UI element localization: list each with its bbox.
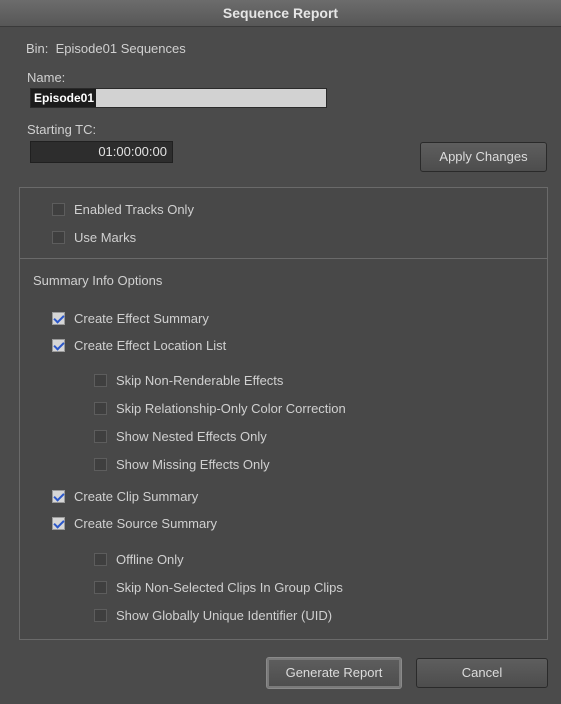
create-effect-summary-checkbox[interactable]: Create Effect Summary xyxy=(52,311,209,326)
checkbox-box[interactable] xyxy=(94,609,107,622)
checkbox-box[interactable] xyxy=(52,517,65,530)
create-source-summary-checkbox[interactable]: Create Source Summary xyxy=(52,516,217,531)
create-effect-location-list-checkbox[interactable]: Create Effect Location List xyxy=(52,338,226,353)
skip-non-selected-clips-checkbox[interactable]: Skip Non-Selected Clips In Group Clips xyxy=(94,580,343,595)
checkbox-label: Use Marks xyxy=(74,230,137,245)
skip-non-renderable-effects-checkbox[interactable]: Skip Non-Renderable Effects xyxy=(94,373,283,388)
checkbox-label: Skip Non-Selected Clips In Group Clips xyxy=(116,580,343,595)
checkbox-box[interactable] xyxy=(52,231,65,244)
show-uid-checkbox[interactable]: Show Globally Unique Identifier (UID) xyxy=(94,608,332,623)
checkbox-box[interactable] xyxy=(52,312,65,325)
name-input[interactable]: Episode01 xyxy=(30,88,327,108)
checkbox-box[interactable] xyxy=(52,490,65,503)
show-nested-effects-only-checkbox[interactable]: Show Nested Effects Only xyxy=(94,429,267,444)
bin-row: Bin: Episode01 Sequences xyxy=(26,41,186,56)
checkbox-label: Create Source Summary xyxy=(74,516,218,531)
starting-tc-input[interactable]: 01:00:00:00 xyxy=(30,141,173,163)
window-title: Sequence Report xyxy=(0,0,561,27)
checkbox-box[interactable] xyxy=(94,458,107,471)
show-missing-effects-only-checkbox[interactable]: Show Missing Effects Only xyxy=(94,457,270,472)
generate-report-button[interactable]: Generate Report xyxy=(266,657,402,689)
checkbox-box[interactable] xyxy=(94,374,107,387)
use-marks-checkbox[interactable]: Use Marks xyxy=(52,230,136,245)
checkbox-box[interactable] xyxy=(94,581,107,594)
name-input-value: Episode01 xyxy=(31,89,97,107)
checkbox-label: Offline Only xyxy=(116,552,184,567)
checkbox-label: Skip Non-Renderable Effects xyxy=(116,373,284,388)
name-label: Name: xyxy=(27,70,66,85)
checkbox-label: Show Nested Effects Only xyxy=(116,429,267,444)
enabled-tracks-only-checkbox[interactable]: Enabled Tracks Only xyxy=(52,202,194,217)
summary-info-header: Summary Info Options xyxy=(33,273,163,288)
section-divider xyxy=(20,258,547,259)
checkbox-box[interactable] xyxy=(94,553,107,566)
checkbox-box[interactable] xyxy=(52,339,65,352)
offline-only-checkbox[interactable]: Offline Only xyxy=(94,552,184,567)
starting-tc-label: Starting TC: xyxy=(27,122,97,137)
checkbox-label: Create Effect Summary xyxy=(74,311,209,326)
bin-value: Episode01 Sequences xyxy=(55,41,186,56)
checkbox-box[interactable] xyxy=(94,430,107,443)
bin-label: Bin: xyxy=(26,41,49,56)
checkbox-box[interactable] xyxy=(52,203,65,216)
checkbox-label: Show Missing Effects Only xyxy=(116,457,270,472)
checkbox-label: Create Effect Location List xyxy=(74,338,227,353)
checkbox-label: Show Globally Unique Identifier (UID) xyxy=(116,608,333,623)
checkbox-box[interactable] xyxy=(94,402,107,415)
checkbox-label: Skip Relationship-Only Color Correction xyxy=(116,401,346,416)
create-clip-summary-checkbox[interactable]: Create Clip Summary xyxy=(52,489,198,504)
cancel-button[interactable]: Cancel xyxy=(416,658,548,688)
checkbox-label: Enabled Tracks Only xyxy=(74,202,194,217)
apply-changes-button[interactable]: Apply Changes xyxy=(420,142,547,172)
skip-relationship-only-cc-checkbox[interactable]: Skip Relationship-Only Color Correction xyxy=(94,401,346,416)
checkbox-label: Create Clip Summary xyxy=(74,489,199,504)
